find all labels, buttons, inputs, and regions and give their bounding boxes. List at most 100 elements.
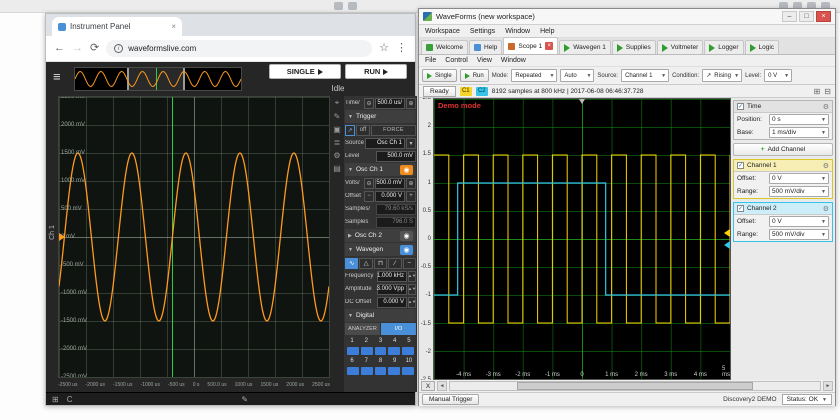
console-icon[interactable]: C [67, 395, 73, 404]
pin-toggle-2[interactable] [360, 347, 373, 355]
tab-io[interactable]: I/O [381, 323, 416, 335]
ch2-level-marker[interactable] [724, 240, 730, 249]
channel-2-header[interactable]: ✓ Channel 2 ⚙ [734, 203, 832, 215]
wavegen-power-toggle[interactable]: ◉ [400, 244, 413, 255]
zoom-out-icon[interactable]: ⊖ [364, 97, 374, 109]
volts-input[interactable]: 500.0 mV [375, 177, 405, 189]
menu-window[interactable]: Window [501, 57, 526, 64]
chevron-down-icon[interactable]: ▾ [406, 137, 416, 149]
hamburger-menu-icon[interactable]: ≡ [53, 69, 61, 84]
condition-select[interactable]: ↗ Rising ▼ [702, 69, 743, 82]
address-bar[interactable]: i waveformslive.com [106, 40, 373, 57]
gear-icon[interactable]: ⚙ [823, 205, 829, 213]
rising-edge-button[interactable]: ↗ [345, 124, 355, 136]
ch1-range-select[interactable]: 500 mV/div ▼ [769, 186, 829, 197]
ch1-indicator[interactable]: C1 [459, 86, 472, 96]
osc-ch1-header[interactable]: ▼ Osc Ch 1 ◉ [345, 163, 416, 176]
tab-close-icon[interactable]: × [171, 22, 176, 31]
force-trigger-button[interactable]: FORCE [371, 124, 416, 136]
run-button[interactable]: RUN [345, 64, 408, 79]
zoom-in-icon[interactable]: ⊕ [406, 97, 416, 109]
plus-button[interactable]: + [406, 190, 416, 202]
menu-settings[interactable]: Settings [470, 28, 495, 35]
menu-window[interactable]: Window [505, 28, 530, 35]
add-channel-button[interactable]: + Add Channel [733, 143, 833, 156]
minus-button[interactable]: − [364, 190, 374, 202]
zoom-out-icon[interactable]: ⊖ [364, 177, 374, 189]
menu-workspace[interactable]: Workspace [425, 28, 460, 35]
reload-icon[interactable]: ⟳ [90, 43, 99, 54]
ch2-indicator[interactable]: C2 [475, 86, 488, 96]
close-icon[interactable]: × [816, 11, 831, 22]
settings-tool-icon[interactable]: ⚙ [333, 151, 340, 160]
checkbox-icon[interactable]: ✓ [737, 103, 744, 110]
pin-toggle-9[interactable] [388, 367, 401, 375]
scroll-right-icon[interactable]: ► [823, 381, 833, 391]
scrollbar-thumb[interactable] [516, 382, 754, 390]
channel-1-header[interactable]: ✓ Channel 1 ⚙ [734, 160, 832, 172]
pin-tool-icon[interactable]: ▤ [333, 164, 341, 173]
ch2-power-toggle[interactable]: ◉ [400, 230, 413, 241]
trigger-time-marker[interactable] [579, 99, 585, 104]
minimize-icon[interactable]: – [782, 11, 797, 22]
browser-tab[interactable]: Instrument Panel × [52, 17, 182, 36]
stepper-icon[interactable]: ▲▼ [408, 283, 416, 295]
level-select[interactable]: 0 V ▼ [764, 69, 793, 82]
pin-toggle-4[interactable] [388, 347, 401, 355]
forward-icon[interactable]: → [72, 43, 83, 54]
stepper-icon[interactable]: ▲▼ [408, 296, 416, 308]
display-icon[interactable] [348, 2, 357, 10]
checkbox-icon[interactable]: ✓ [737, 162, 744, 169]
digital-header[interactable]: ▼ Digital [345, 309, 416, 322]
edit-layout-icon[interactable]: ✎ [241, 395, 248, 404]
measurements-tool-icon[interactable]: ≣ [334, 138, 341, 147]
tab-logger[interactable]: Logger [704, 40, 744, 54]
single-button[interactable]: Single [422, 69, 457, 82]
sawtooth-wave-button[interactable]: ∕ [388, 257, 402, 269]
ch1-level-marker[interactable] [724, 229, 730, 238]
site-info-icon[interactable]: i [114, 44, 124, 53]
trigger-header[interactable]: ▼ Trigger [345, 110, 416, 123]
gear-icon[interactable]: ⚙ [823, 162, 829, 170]
maximize-icon[interactable]: □ [799, 11, 814, 22]
zoom-in-icon[interactable]: ⊕ [406, 177, 416, 189]
titlebar[interactable]: WaveForms (new workspace) – □ × [419, 9, 835, 25]
acquisition-preview[interactable] [74, 67, 242, 91]
tab-voltmeter[interactable]: Voltmeter [656, 40, 704, 54]
back-icon[interactable]: ← [54, 43, 65, 54]
ch2-range-select[interactable]: 500 mV/div ▼ [769, 229, 829, 240]
pin-toggle-8[interactable] [374, 367, 387, 375]
position-select[interactable]: 0 s ▼ [769, 114, 829, 125]
pin-toggle-1[interactable] [347, 347, 359, 355]
browser-menu-icon[interactable]: ⋮ [396, 43, 407, 54]
menu-view[interactable]: View [477, 57, 492, 64]
pin-toggle-3[interactable] [374, 347, 387, 355]
tab-analyzer[interactable]: ANALYZER [345, 323, 380, 335]
device-name[interactable]: Discovery2 DEMO [723, 396, 776, 403]
pin-toggle-6[interactable] [347, 367, 359, 375]
scroll-left-icon[interactable]: ◄ [437, 381, 447, 391]
menu-help[interactable]: Help [540, 28, 554, 35]
annotate-tool-icon[interactable]: ✎ [334, 112, 341, 121]
dc-offset-input[interactable]: 0.000 V [377, 296, 407, 308]
tab-logic[interactable]: Logic [744, 40, 780, 54]
cursor-tool-icon[interactable]: ⌖ [335, 98, 340, 108]
grid-view-icon[interactable]: ⊞ [52, 395, 59, 404]
device-status[interactable]: Status: OK ▼ [781, 394, 832, 405]
ch2-offset-select[interactable]: 0 V ▼ [769, 216, 829, 227]
timebase-input[interactable]: 500.0 us/ [375, 97, 405, 109]
time-group-header[interactable]: ✓ Time ⚙ [734, 101, 832, 113]
tab-wavegen-1[interactable]: Wavegen 1 [559, 40, 611, 54]
offset-input[interactable]: 0.000 V [375, 190, 405, 202]
zoom-in-icon[interactable]: ⊞ [814, 87, 821, 96]
export-tool-icon[interactable]: ▣ [333, 125, 341, 134]
ch1-power-toggle[interactable]: ◉ [400, 164, 413, 175]
zoom-out-icon[interactable]: ⊟ [824, 87, 831, 96]
source-select[interactable]: Channel 1 ▼ [621, 69, 670, 82]
tab-welcome[interactable]: Welcome [421, 40, 468, 54]
tab-close-icon[interactable]: × [545, 42, 554, 50]
triangle-wave-button[interactable]: △ [359, 257, 373, 269]
trigger-source-select[interactable]: Osc Ch 1 [365, 137, 405, 149]
run-button[interactable]: Run [459, 69, 489, 82]
pin-toggle-7[interactable] [360, 367, 373, 375]
